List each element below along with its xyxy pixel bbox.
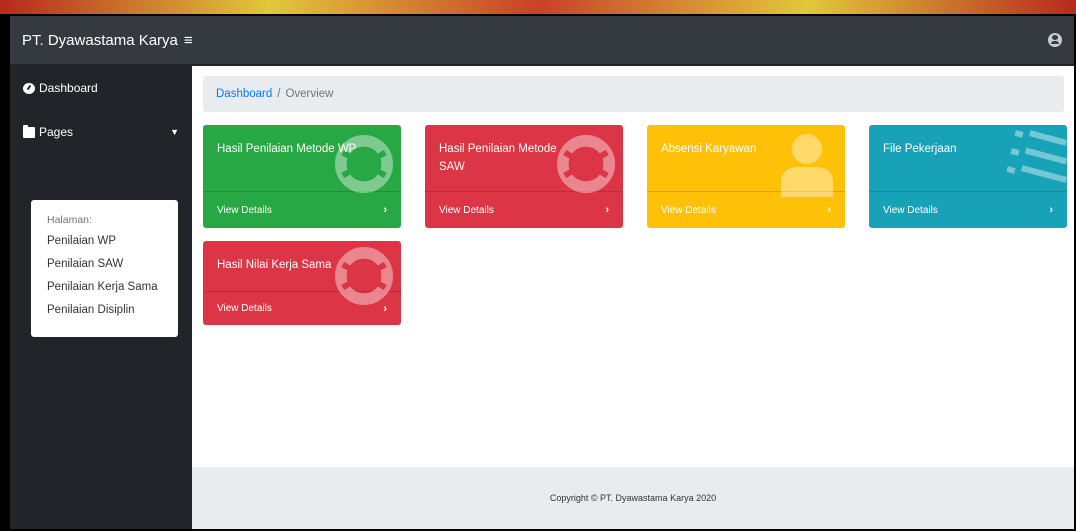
view-details-label: View Details (661, 204, 716, 216)
card-title: File Pekerjaan (883, 143, 957, 155)
chevron-right-icon: › (383, 204, 387, 216)
card-title: Hasil Nilai Kerja Sama (217, 259, 332, 271)
view-details-link[interactable]: View Details › (425, 191, 623, 228)
view-details-label: View Details (439, 204, 494, 216)
dashboard-icon (23, 82, 35, 94)
page-footer: Copyright © PT. Dyawastama Karya 2020 (192, 467, 1074, 529)
sidebar-item-label: Pages (39, 125, 74, 139)
folder-icon (23, 124, 35, 138)
chevron-down-icon: ▼ (170, 127, 179, 137)
user-circle-icon[interactable] (1048, 33, 1062, 47)
view-details-label: View Details (217, 303, 272, 314)
view-details-link[interactable]: View Details › (869, 191, 1067, 228)
view-details-label: View Details (883, 204, 938, 216)
card-hasil-penilaian-saw: Hasil Penilaian Metode SAW View Details … (425, 125, 623, 228)
breadcrumb: Dashboard / Overview (203, 76, 1064, 112)
view-details-label: View Details (217, 204, 272, 216)
list-icon (1007, 130, 1067, 183)
submenu-item-penilaian-wp[interactable]: Penilaian WP (31, 230, 178, 253)
view-details-link[interactable]: View Details › (203, 191, 401, 228)
sidebar-toggle-icon[interactable]: ≡ (184, 32, 193, 49)
breadcrumb-current: Overview (285, 88, 334, 100)
sidebar-item-dashboard[interactable]: Dashboard (10, 66, 192, 110)
submenu-item-penilaian-saw[interactable]: Penilaian SAW (31, 253, 178, 276)
chevron-right-icon: › (605, 204, 609, 216)
chevron-right-icon: › (827, 204, 831, 216)
submenu-header: Halaman: (47, 214, 92, 226)
card-hasil-penilaian-wp: Hasil Penilaian Metode WP View Details › (203, 125, 401, 228)
card-file-pekerjaan: File Pekerjaan View Details › (869, 125, 1067, 228)
app-window: PT. Dyawastama Karya ≡ Dashboard Pages ▼… (10, 16, 1074, 529)
sidebar-item-pages[interactable]: Pages ▼ (10, 110, 192, 154)
breadcrumb-link-dashboard[interactable]: Dashboard (216, 88, 272, 100)
sidebar: Dashboard Pages ▼ Halaman: Penilaian WP … (10, 66, 192, 529)
sidebar-item-label: Dashboard (39, 81, 98, 95)
submenu-item-penilaian-disiplin[interactable]: Penilaian Disiplin (31, 299, 178, 322)
card-title: Hasil Penilaian Metode SAW (439, 143, 557, 173)
card-hasil-nilai-kerja-sama: Hasil Nilai Kerja Sama View Details › (203, 241, 401, 325)
brand-title[interactable]: PT. Dyawastama Karya (22, 32, 178, 49)
main-content: Dashboard / Overview Hasil Penilaian Met… (192, 66, 1074, 529)
card-title: Absensi Karyawan (661, 143, 757, 155)
submenu-item-penilaian-kerja-sama[interactable]: Penilaian Kerja Sama (31, 276, 178, 299)
breadcrumb-separator: / (277, 88, 281, 100)
card-title: Hasil Penilaian Metode WP (217, 143, 357, 155)
background-banner (0, 0, 1076, 14)
card-absensi-karyawan: Absensi Karyawan View Details › (647, 125, 845, 228)
copyright-text: Copyright © PT. Dyawastama Karya 2020 (549, 493, 717, 503)
top-navbar: PT. Dyawastama Karya ≡ (10, 16, 1074, 66)
pages-submenu: Halaman: Penilaian WP Penilaian SAW Peni… (31, 200, 178, 337)
chevron-right-icon: › (1049, 204, 1053, 216)
